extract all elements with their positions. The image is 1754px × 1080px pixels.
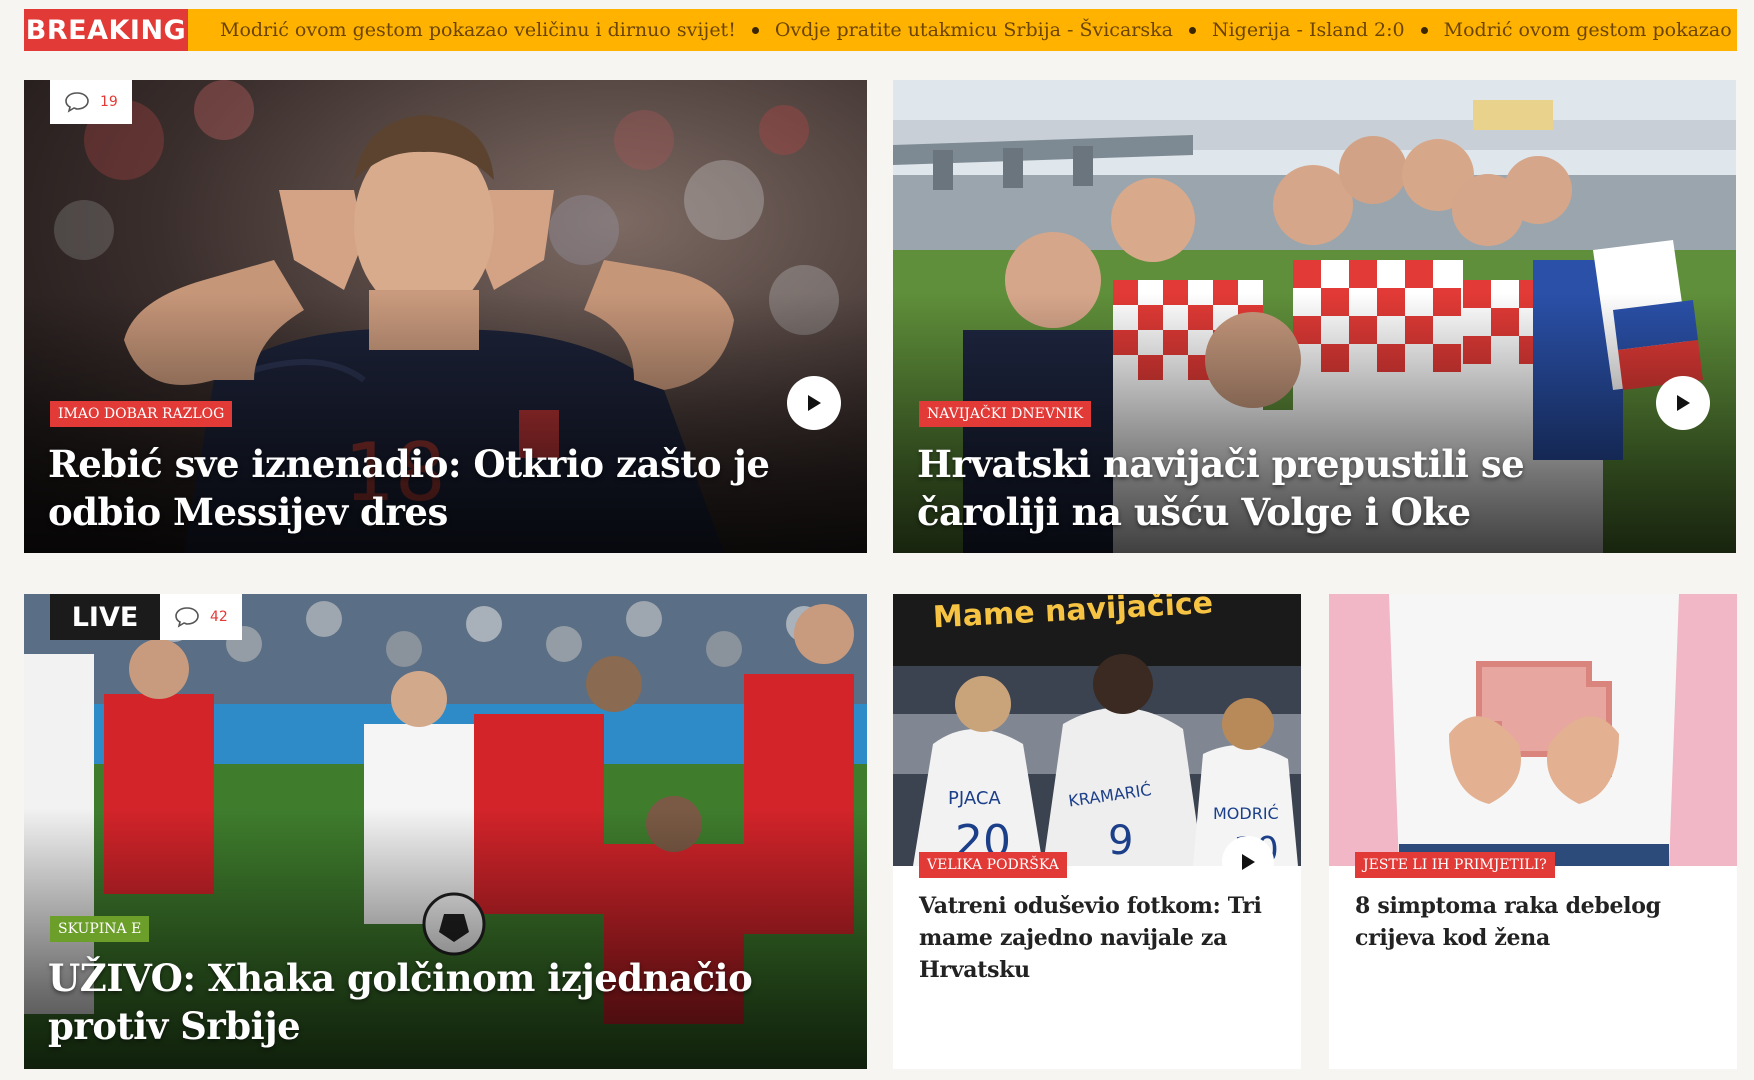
- comment-count[interactable]: 19: [50, 80, 132, 124]
- article-kicker[interactable]: NAVIJAČKI DNEVNIK: [919, 401, 1092, 427]
- article-headline[interactable]: UŽIVO: Xhaka golčinom izjednačio protiv …: [48, 954, 753, 1050]
- article-card-rebic[interactable]: 18 19 IMAO DOBAR RAZLOG Rebić sve iznena…: [24, 80, 867, 553]
- headline-line: odbio Messijev dres: [48, 490, 448, 534]
- article-card-fans[interactable]: NAVIJAČKI DNEVNIK Hrvatski navijači prep…: [893, 80, 1736, 553]
- breaking-label: BREAKING: [24, 9, 188, 51]
- headline-line: čaroliji na ušću Volge i Oke: [917, 490, 1471, 534]
- headline-line: Rebić sve iznenadio: Otkrio zašto je: [48, 442, 770, 486]
- comment-count-value: 42: [210, 609, 228, 625]
- comment-count[interactable]: 42: [160, 594, 242, 640]
- ticker-separator: [751, 26, 759, 34]
- comment-bubble-icon: [65, 92, 89, 113]
- play-icon: [808, 395, 821, 411]
- headline-line: Hrvatski navijači prepustili se: [917, 442, 1525, 486]
- article-card-health[interactable]: JESTE LI IH PRIMJETILI? 8 simptoma raka …: [1329, 594, 1737, 1069]
- article-headline[interactable]: Hrvatski navijači prepustili se čaroliji…: [917, 440, 1525, 536]
- article-headline[interactable]: Vatreni oduševio fotkom: Tri mame zajedn…: [919, 890, 1277, 986]
- article-kicker[interactable]: VELIKA PODRŠKA: [919, 852, 1067, 878]
- article-kicker[interactable]: SKUPINA E: [50, 916, 150, 942]
- article-photo: PJACA 20 KRAMARIĆ 9 MODRIĆ 10 Mame navij…: [893, 594, 1301, 866]
- ticker-separator: [1420, 26, 1428, 34]
- article-card-moms[interactable]: PJACA 20 KRAMARIĆ 9 MODRIĆ 10 Mame navij…: [893, 594, 1301, 1069]
- comment-count-value: 19: [100, 94, 118, 110]
- ticker-item[interactable]: Modrić ovom gestom pokazao veličinu i di…: [220, 19, 736, 41]
- comment-bubble-icon: [175, 607, 199, 628]
- play-icon: [1242, 854, 1255, 870]
- article-photo: [1329, 594, 1737, 866]
- headline-line: protiv Srbije: [48, 1004, 301, 1048]
- play-button[interactable]: [1656, 376, 1710, 430]
- article-kicker[interactable]: IMAO DOBAR RAZLOG: [50, 401, 233, 427]
- live-badge: LIVE: [50, 594, 160, 640]
- ticker-item[interactable]: Modrić ovom gestom pokazao veliči: [1444, 19, 1737, 41]
- jersey-name: PJACA: [948, 788, 1001, 809]
- play-button[interactable]: [787, 376, 841, 430]
- breaking-ticker: BREAKING Modrić ovom gestom pokazao veli…: [24, 9, 1737, 51]
- play-icon: [1677, 395, 1690, 411]
- svg-text:9: 9: [1108, 818, 1133, 864]
- article-photo-art: [1329, 594, 1737, 866]
- ticker-separator: [1188, 26, 1196, 34]
- headline-line: UŽIVO: Xhaka golčinom izjednačio: [48, 956, 753, 1000]
- play-button[interactable]: [1222, 836, 1274, 888]
- ticker-item[interactable]: Nigerija - Island 2:0: [1212, 19, 1405, 41]
- ticker-item[interactable]: Ovdje pratite utakmicu Srbija - Švicarsk…: [775, 19, 1173, 41]
- ticker-items: Modrić ovom gestom pokazao veličinu i di…: [188, 19, 1737, 41]
- article-headline[interactable]: 8 simptoma raka debelog crijeva kod žena: [1355, 890, 1713, 954]
- jersey-name: MODRIĆ: [1213, 804, 1279, 823]
- article-kicker[interactable]: JESTE LI IH PRIMJETILI?: [1355, 852, 1555, 878]
- article-photo-art: PJACA 20 KRAMARIĆ 9 MODRIĆ 10 Mame navij…: [893, 594, 1301, 866]
- article-card-live[interactable]: LIVE 42 SKUPINA E UŽIVO: Xhaka golčinom …: [24, 594, 867, 1069]
- article-headline[interactable]: Rebić sve iznenadio: Otkrio zašto je odb…: [48, 440, 770, 536]
